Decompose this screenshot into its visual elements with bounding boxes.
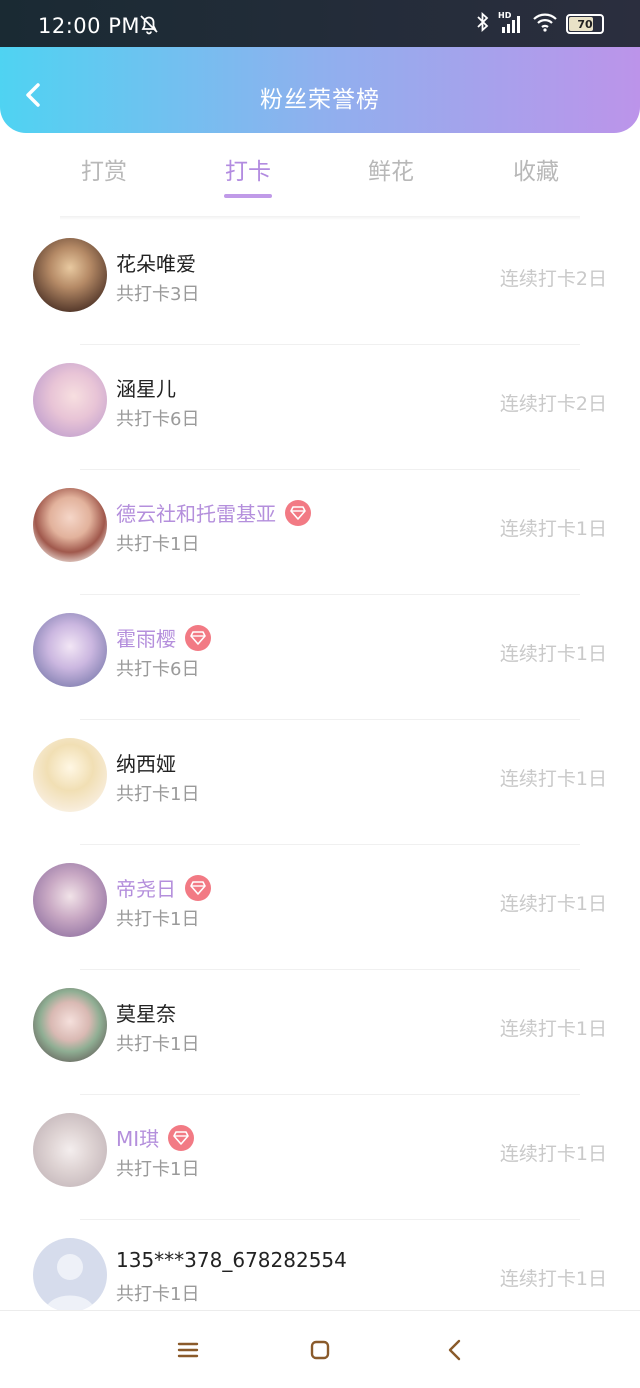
list-item[interactable]: 纳西娅 共打卡1日 连续打卡1日 (0, 720, 640, 845)
user-name-vip[interactable]: 帝尧日 (116, 873, 211, 902)
system-nav-bar (0, 1310, 640, 1388)
diamond-icon (285, 499, 311, 526)
status-bar: 12:00 PM HD 70 (0, 0, 640, 47)
user-name: 帝尧日 (116, 877, 176, 901)
user-name: 德云社和托雷基亚 (116, 502, 276, 526)
page-title: 粉丝荣誉榜 (260, 87, 380, 113)
list-item[interactable]: 霍雨樱 共打卡6日 连续打卡1日 (0, 595, 640, 720)
status-time: 12:00 PM (38, 14, 140, 38)
list-item[interactable]: 花朵唯爱 共打卡3日 连续打卡2日 (0, 220, 640, 345)
avatar[interactable] (33, 738, 107, 812)
list-item[interactable]: 帝尧日 共打卡1日 连续打卡1日 (0, 845, 640, 970)
user-name[interactable]: 莫星奈 (116, 998, 176, 1027)
list-item[interactable]: 莫星奈 共打卡1日 连续打卡1日 (0, 970, 640, 1095)
user-name-vip[interactable]: 德云社和托雷基亚 (116, 498, 311, 527)
streak-checkin: 连续打卡2日 (499, 268, 607, 290)
tab-flowers[interactable]: 鲜花 (331, 152, 451, 186)
streak-checkin: 连续打卡1日 (499, 1018, 607, 1040)
default-avatar[interactable] (33, 1238, 107, 1312)
bell-muted-icon (138, 13, 160, 35)
total-checkin: 共打卡6日 (116, 409, 200, 430)
total-checkin: 共打卡6日 (116, 659, 200, 680)
tab-bar: 打赏 打卡 鲜花 收藏 (0, 140, 640, 210)
header-bar: 12:00 PM HD 70 粉丝荣誉榜 (0, 0, 640, 133)
back-nav-icon[interactable] (442, 1337, 468, 1363)
streak-checkin: 连续打卡1日 (499, 768, 607, 790)
diamond-icon (185, 874, 211, 901)
streak-checkin: 连续打卡1日 (499, 893, 607, 915)
user-name: MI琪 (116, 1127, 160, 1151)
streak-checkin: 连续打卡1日 (499, 518, 607, 540)
tab-favorites[interactable]: 收藏 (476, 152, 596, 186)
active-tab-indicator (224, 194, 272, 198)
list-item[interactable]: MI琪 共打卡1日 连续打卡1日 (0, 1095, 640, 1220)
list-item[interactable]: 涵星儿 共打卡6日 连续打卡2日 (0, 345, 640, 470)
streak-checkin: 连续打卡1日 (499, 643, 607, 665)
avatar[interactable] (33, 863, 107, 937)
total-checkin: 共打卡1日 (116, 784, 200, 805)
diamond-icon (185, 624, 211, 651)
diamond-icon (168, 1124, 195, 1151)
streak-checkin: 连续打卡1日 (499, 1143, 607, 1165)
total-checkin: 共打卡3日 (116, 284, 200, 305)
tab-reward[interactable]: 打赏 (44, 152, 164, 186)
user-name[interactable]: 135***378_678282554 (116, 1248, 347, 1272)
list-item[interactable]: 德云社和托雷基亚 共打卡1日 连续打卡1日 (0, 470, 640, 595)
battery-icon: 70 (566, 14, 604, 34)
user-name: 霍雨樱 (116, 627, 176, 651)
bluetooth-icon (476, 11, 490, 36)
user-name-vip[interactable]: 霍雨樱 (116, 623, 211, 652)
total-checkin: 共打卡1日 (116, 534, 200, 555)
fan-list: 花朵唯爱 共打卡3日 连续打卡2日 涵星儿 共打卡6日 连续打卡2日 德云社和托… (0, 220, 640, 1345)
avatar[interactable] (33, 488, 107, 562)
wifi-icon (532, 12, 558, 36)
user-name[interactable]: 涵星儿 (116, 373, 176, 402)
signal-icon: HD (498, 11, 524, 35)
avatar[interactable] (33, 988, 107, 1062)
tab-checkin[interactable]: 打卡 (188, 152, 308, 186)
avatar[interactable] (33, 238, 107, 312)
menu-icon[interactable] (175, 1337, 201, 1363)
streak-checkin: 连续打卡1日 (499, 1268, 607, 1290)
total-checkin: 共打卡1日 (116, 909, 200, 930)
avatar[interactable] (33, 1113, 107, 1187)
user-name[interactable]: 纳西娅 (116, 748, 176, 777)
total-checkin: 共打卡1日 (116, 1284, 200, 1305)
avatar[interactable] (33, 363, 107, 437)
avatar[interactable] (33, 613, 107, 687)
home-icon[interactable] (307, 1337, 333, 1363)
total-checkin: 共打卡1日 (116, 1159, 200, 1180)
battery-level: 70 (577, 17, 593, 31)
total-checkin: 共打卡1日 (116, 1034, 200, 1055)
user-name[interactable]: 花朵唯爱 (116, 248, 196, 277)
user-name-vip[interactable]: MI琪 (116, 1123, 195, 1152)
streak-checkin: 连续打卡2日 (499, 393, 607, 415)
